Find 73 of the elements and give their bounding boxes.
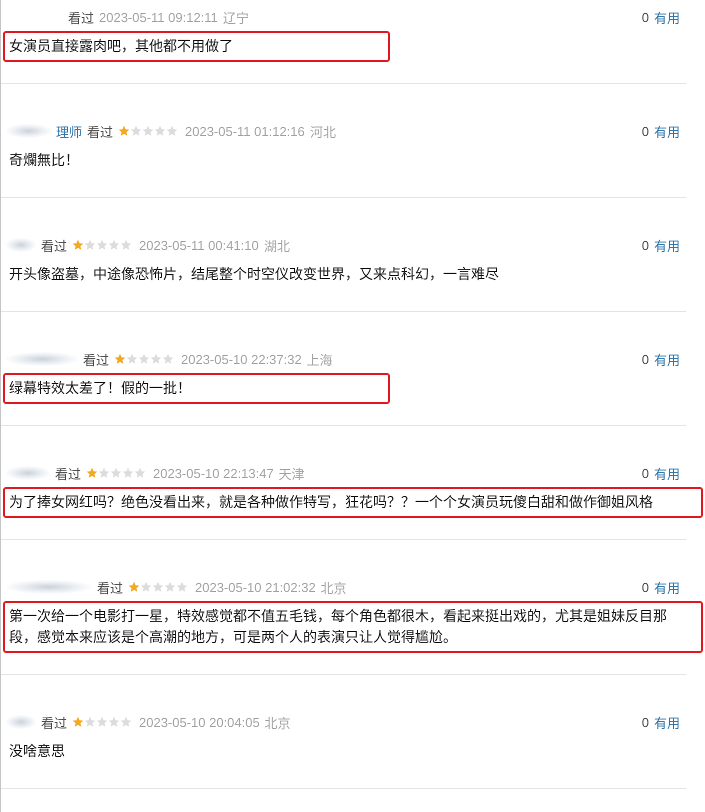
star-icon (164, 581, 176, 593)
watched-status: 看过 (41, 714, 67, 732)
star-icon (84, 239, 96, 251)
watched-status: 看过 (68, 10, 94, 26)
review-date: 2023-05-11 01:12:16 (185, 124, 305, 138)
star-icon (84, 716, 96, 728)
watched-status: 看过 (97, 580, 123, 596)
vote-count: 0 (642, 714, 649, 730)
star-icon (114, 353, 126, 365)
review-date: 2023-05-11 09:12:11 (99, 10, 218, 24)
star-icon (142, 125, 154, 137)
review-location: 湖北 (264, 238, 290, 254)
star-icon (162, 353, 174, 365)
star-icon (108, 239, 120, 251)
star-icon (166, 125, 178, 137)
username-link[interactable]: 理师 (56, 122, 82, 140)
review-date: 2023-05-10 21:02:32 (195, 580, 316, 594)
review-date: 2023-05-10 20:04:05 (139, 714, 260, 730)
vote-count: 0 (642, 580, 649, 594)
review-date: 2023-05-10 22:37:32 (181, 352, 302, 366)
comment-text: 开头像盗墓，中途像恐怖片，结尾整个时空仪改变世界，又来点科幻，一言难尽 (8, 265, 500, 284)
watched-status: 看过 (55, 466, 81, 482)
comment-text: 为了捧女网红吗？绝色没看出来，就是各种做作特写，狂花吗？？一个个女演员玩傻白甜和做作御姐风格 (3, 487, 703, 518)
watched-status: 看过 (41, 238, 67, 254)
vote-count: 0 (642, 352, 649, 366)
star-icon (110, 467, 122, 479)
review-location: 上海 (306, 352, 333, 368)
star-icon (138, 353, 150, 365)
star-icon (72, 239, 84, 251)
star-icon (152, 581, 164, 593)
useful-link[interactable]: 有用 (654, 578, 680, 596)
watched-status: 看过 (83, 352, 109, 368)
star-icon (154, 125, 166, 137)
vote-count: 0 (642, 238, 649, 252)
watched-status: 看过 (87, 124, 113, 140)
review-date: 2023-05-10 22:13:47 (153, 466, 274, 480)
useful-link[interactable]: 有用 (654, 236, 680, 254)
star-icon (176, 581, 188, 593)
comment-text: 绿幕特效太差了！假的一批！ (3, 373, 390, 404)
star-icon (130, 125, 142, 137)
review-location: 北京 (264, 714, 291, 732)
useful-link[interactable]: 有用 (654, 712, 680, 732)
star-icon (72, 716, 84, 728)
comment-text: 没啥意思 (8, 742, 66, 761)
vote-count: 0 (642, 124, 649, 138)
star-icon (150, 353, 162, 365)
review-location: 北京 (320, 580, 347, 596)
star-icon (86, 467, 98, 479)
star-icon (120, 716, 132, 728)
useful-link[interactable]: 有用 (654, 8, 680, 26)
star-icon (126, 353, 138, 365)
star-icon (108, 716, 120, 728)
useful-link[interactable]: 有用 (654, 350, 680, 368)
star-icon (118, 125, 130, 137)
vote-count: 0 (642, 10, 649, 24)
review-location: 天津 (278, 466, 305, 482)
comment-text: 第一次给一个电影打一星，特效感觉都不值五毛钱，每个角色都很木，看起来挺出戏的，尤其是姐妹反目那段，感觉本来应该是个高潮的地方，可是两个人的表演只让人觉得尴尬。 (3, 601, 703, 653)
star-icon (140, 581, 152, 593)
star-icon (128, 581, 140, 593)
star-icon (134, 467, 146, 479)
comment-text: 奇爛無比！ (8, 151, 80, 170)
star-icon (120, 239, 132, 251)
review-date: 2023-05-11 00:41:10 (139, 238, 259, 252)
review-location: 辽宁 (222, 10, 249, 26)
vote-count: 0 (642, 466, 649, 480)
star-icon (122, 467, 134, 479)
star-icon (96, 716, 108, 728)
useful-link[interactable]: 有用 (654, 464, 680, 482)
comment-text: 女演员直接露肉吧，其他都不用做了 (3, 31, 390, 62)
useful-link[interactable]: 有用 (654, 122, 680, 140)
star-icon (98, 467, 110, 479)
star-icon (96, 239, 108, 251)
review-location: 河北 (310, 124, 336, 140)
